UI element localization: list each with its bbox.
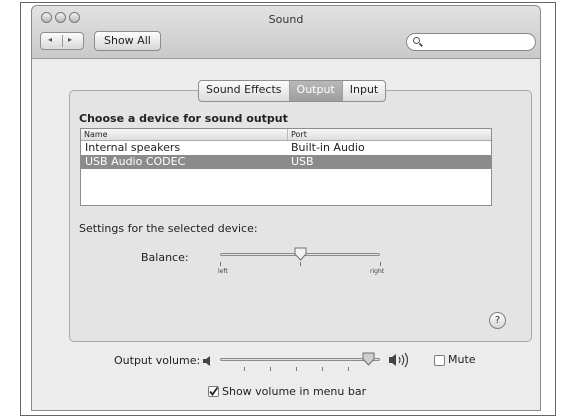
forward-button[interactable]: ▸ [68,35,72,44]
balance-right-label: right [370,268,385,275]
balance-label: Balance: [141,251,189,264]
table-row[interactable]: Internal speakers Built-in Audio [81,141,491,155]
output-volume-slider-knob[interactable] [362,352,375,366]
show-volume-menu-bar-checkbox[interactable] [208,386,219,397]
sound-preferences-window: Sound ◂ ▸ Show All Sound Effects Output … [31,5,541,411]
volume-tick [348,367,349,371]
back-forward-divider [62,35,63,47]
checkmark-icon [209,386,219,396]
back-button[interactable]: ◂ [48,35,52,44]
column-header-name[interactable]: Name [84,129,108,140]
device-name: USB Audio CODEC [85,155,186,168]
tab-bar: Sound Effects Output Input [198,80,387,102]
settings-for-device-label: Settings for the selected device: [79,222,258,235]
show-volume-menu-bar-label: Show volume in menu bar [222,385,367,398]
device-port: USB [291,155,314,168]
speaker-high-icon [389,352,409,368]
device-name: Internal speakers [85,141,181,154]
balance-tick [300,262,301,266]
device-port: Built-in Audio [291,141,365,154]
column-header-port[interactable]: Port [291,129,307,140]
output-volume-slider-track[interactable] [220,358,380,361]
table-row[interactable]: USB Audio CODEC USB [81,155,491,169]
balance-tick [220,262,221,266]
help-button[interactable]: ? [489,312,506,329]
window-title: Sound [268,13,304,26]
title-bar: Sound ◂ ▸ Show All [32,6,540,59]
speaker-low-icon [203,356,210,366]
output-device-heading: Choose a device for sound output [79,112,288,125]
tab-sound-effects[interactable]: Sound Effects [199,81,290,101]
output-volume-label: Output volume: [114,354,201,367]
output-device-table: Name Port Internal speakers Built-in Aud… [80,128,492,206]
show-all-button[interactable]: Show All [94,31,161,51]
mute-checkbox[interactable] [434,355,445,366]
table-header: Name Port [81,129,491,141]
volume-tick [244,367,245,371]
search-field[interactable] [406,33,536,51]
balance-left-label: left [218,268,228,275]
screenshot-frame: Sound ◂ ▸ Show All Sound Effects Output … [20,2,556,416]
back-forward-buttons: ◂ ▸ [40,32,84,50]
tab-input[interactable]: Input [343,81,385,101]
column-divider [287,129,288,140]
balance-slider-knob[interactable] [294,247,307,261]
volume-tick [296,367,297,371]
volume-tick [270,367,271,371]
balance-tick [380,262,381,266]
search-icon [413,37,420,44]
mute-label: Mute [448,353,476,366]
volume-tick [322,367,323,371]
tab-output[interactable]: Output [289,81,343,101]
